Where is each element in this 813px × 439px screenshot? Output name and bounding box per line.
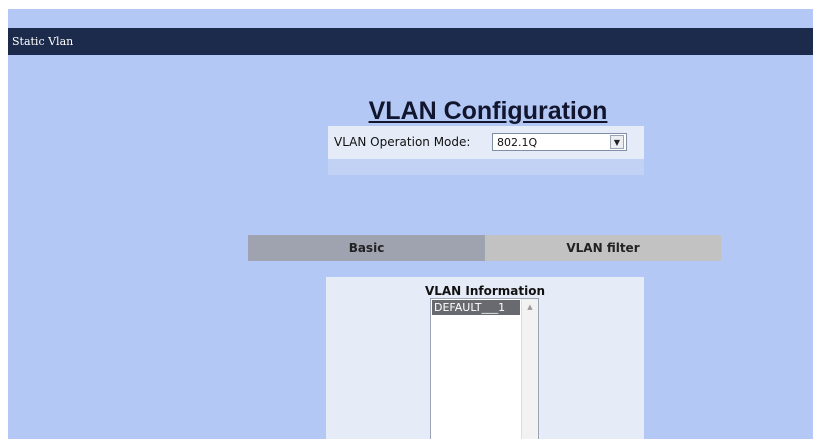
- list-item[interactable]: DEFAULT___1: [432, 300, 520, 315]
- page-header: Static Vlan: [8, 28, 813, 55]
- vlan-information-panel: VLAN Information DEFAULT___1 ▲: [326, 277, 644, 439]
- operation-mode-value: 802.1Q: [497, 136, 538, 149]
- tab-basic[interactable]: Basic: [248, 235, 485, 261]
- operation-mode-label: VLAN Operation Mode:: [334, 135, 471, 149]
- operation-mode-shadow: [328, 159, 644, 175]
- operation-mode-panel: VLAN Operation Mode: 802.1Q ▼: [328, 126, 644, 159]
- vlan-information-title: VLAN Information: [424, 284, 546, 298]
- header-title: Static Vlan: [12, 35, 74, 48]
- tab-bar: Basic VLAN filter: [248, 235, 721, 261]
- operation-mode-select[interactable]: 802.1Q ▼: [492, 133, 627, 151]
- vlan-list-scrollbar[interactable]: ▲: [521, 299, 538, 439]
- chevron-down-icon[interactable]: ▼: [610, 135, 624, 149]
- scroll-up-icon[interactable]: ▲: [522, 299, 538, 315]
- page-title: VLAN Configuration: [368, 97, 608, 125]
- tab-vlan-filter[interactable]: VLAN filter: [485, 235, 721, 261]
- main-frame: Static Vlan VLAN Configuration VLAN Oper…: [8, 9, 813, 439]
- vlan-list[interactable]: DEFAULT___1 ▲: [430, 298, 539, 439]
